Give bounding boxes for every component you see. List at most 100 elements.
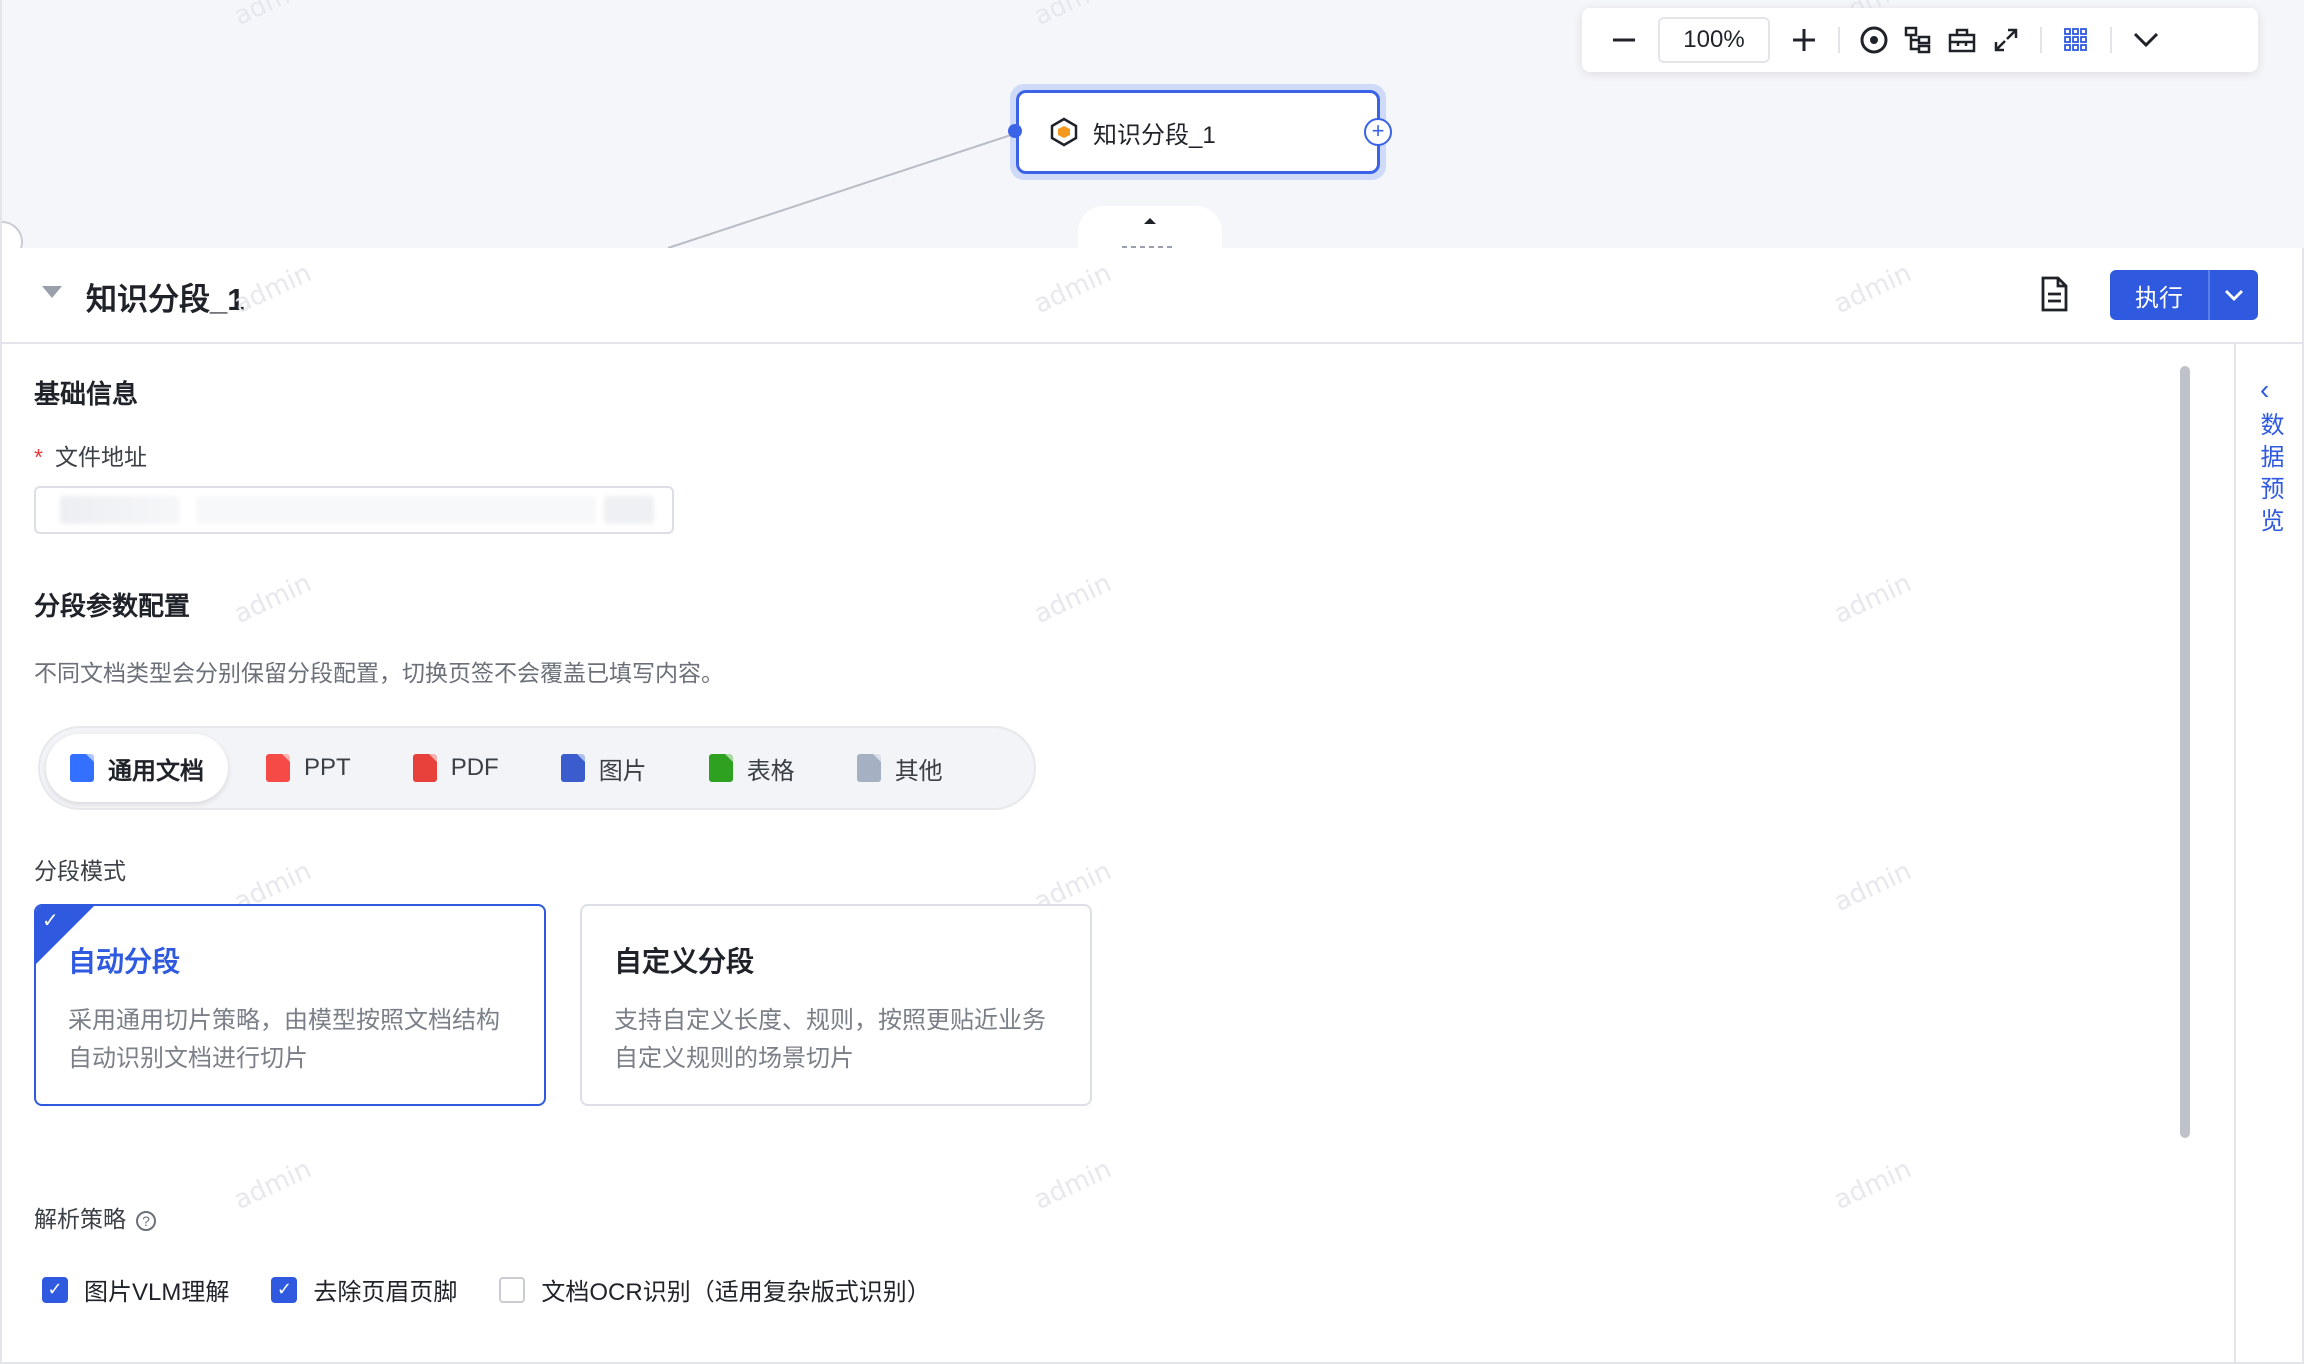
segment-mode-label: 分段模式 [34,858,126,884]
tab-image[interactable]: 图片 [537,734,671,802]
file-address-label-text: 文件地址 [54,444,147,470]
tab-other[interactable]: 其他 [833,734,967,802]
chevron-down-icon [2225,290,2243,301]
spreadsheet-file-icon [708,754,733,782]
doc-type-tabs: 通用文档 PPT PDF 图片 表格 其他 [38,726,1036,810]
mode-title: 自动分段 [68,946,181,977]
panel-title[interactable]: 知识分段_1 [86,274,244,319]
chevron-left-icon[interactable]: ‹ [2260,374,2269,406]
option-label: 图片VLM理解 [84,1279,230,1306]
auto-layout-button[interactable] [1896,18,1940,62]
section-title-segment-params: 分段参数配置 [34,591,191,621]
chevron-down-icon [2133,32,2159,48]
watermark: admin [229,568,316,630]
workflow-node[interactable]: 知识分段_1 + [1008,84,1392,180]
check-icon: ✓ [42,910,59,932]
segment-description: 不同文档类型会分别保留分段配置，切换页签不会覆盖已填写内容。 [34,660,724,686]
watermark: admin [1829,856,1916,918]
watermark: admin [1029,258,1116,320]
toolbar-divider [2040,27,2042,53]
checkbox-checked[interactable]: ✓ [271,1276,298,1303]
tab-label: 其他 [894,757,943,785]
zoom-in-button[interactable] [1782,18,1826,62]
tab-label: 图片 [598,757,647,785]
required-mark: * [34,444,43,470]
option-ocr[interactable]: 文档OCR识别（适用复杂版式识别） [499,1272,931,1307]
redacted-value [604,496,654,524]
toolbar-collapse-button[interactable] [2124,18,2168,62]
redacted-value [60,496,180,524]
option-vlm[interactable]: ✓ 图片VLM理解 [42,1272,229,1307]
section-title-basic-info: 基础信息 [34,379,139,409]
tab-pdf[interactable]: PDF [389,734,523,802]
option-remove-header-footer[interactable]: ✓ 去除页眉页脚 [271,1272,457,1307]
watermark: admin [1029,568,1116,630]
toolbar-divider [1838,27,1840,53]
target-icon [1860,26,1888,54]
connection-edge [2,133,1015,250]
toolbox-button[interactable] [1940,18,1984,62]
grid-icon [2064,28,2087,51]
zoom-out-button[interactable] [1602,18,1646,62]
mode-description: 采用通用切片策略，由模型按照文档结构自动识别文档进行切片 [68,1007,500,1072]
watermark: admin [1029,1154,1116,1216]
doc-file-icon [70,754,94,782]
plus-icon [1793,29,1815,51]
canvas-toolbar: 100% [1582,8,2258,72]
mode-card-auto[interactable]: ✓ 自动分段 采用通用切片策略，由模型按照文档结构自动识别文档进行切片 [34,904,546,1106]
watermark: admin [1829,258,1916,320]
zoom-level-display[interactable]: 100% [1658,17,1770,63]
pdf-file-icon [412,754,437,782]
tab-label: PDF [450,754,499,781]
tab-general-doc[interactable]: 通用文档 [46,734,228,802]
checkbox-checked[interactable]: ✓ [42,1276,68,1303]
tab-label: 通用文档 [108,757,204,785]
minimap-button[interactable] [2054,18,2098,62]
toolbar-divider [2110,27,2112,53]
minus-icon [1613,38,1635,42]
node-input-port[interactable] [1008,124,1022,138]
node-add-button[interactable]: + [1364,118,1392,146]
node-config-panel: 知识分段_1 admin admin admin 执行 admin admin … [0,248,2304,1364]
parse-strategy-label-text: 解析策略 [34,1206,126,1232]
tab-label: 表格 [746,757,795,785]
tree-layout-icon [1904,26,1931,54]
panel-header: 知识分段_1 admin admin admin 执行 [2,248,2302,344]
redacted-value [196,496,596,524]
tab-spreadsheet[interactable]: 表格 [685,734,819,802]
other-file-icon [856,754,881,782]
node-title: 知识分段_1 [1093,121,1216,149]
run-button-group: 执行 [2110,270,2258,320]
panel-content: admin admin admin admin admin admin admi… [2,344,2232,1364]
help-icon[interactable]: ? [136,1210,156,1231]
image-file-icon [560,754,585,782]
mode-description: 支持自定义长度、规则，按照更贴近业务自定义规则的场景切片 [614,1007,1046,1072]
data-preview-sidebar[interactable]: ‹ 数据预览 [2234,344,2304,1364]
document-icon[interactable] [2038,276,2070,312]
option-label: 去除页眉页脚 [313,1279,458,1306]
expand-icon [1994,28,2018,52]
scrollbar[interactable] [2180,366,2192,1138]
fullscreen-button[interactable] [1984,18,2028,62]
scrollbar-thumb[interactable] [2180,366,2190,1138]
workflow-canvas[interactable]: admin admin admin 100% [0,0,2304,256]
mode-title: 自定义分段 [614,946,755,977]
tab-ppt[interactable]: PPT [242,734,375,802]
watermark: admin [229,1154,316,1216]
file-address-input[interactable] [34,486,674,534]
locate-button[interactable] [1852,18,1896,62]
run-dropdown-button[interactable] [2210,270,2258,320]
checkbox-unchecked[interactable] [499,1276,526,1303]
toolbox-icon [1948,28,1976,53]
watermark: admin [1829,1154,1916,1216]
parse-strategy-label: 解析策略? [34,1200,156,1234]
parse-options: ✓ 图片VLM理解 ✓ 去除页眉页脚 文档OCR识别（适用复杂版式识别） [42,1272,973,1307]
knowledge-segment-icon [1050,117,1078,147]
caret-down-icon[interactable] [42,286,62,298]
mode-card-custom[interactable]: 自定义分段 支持自定义长度、规则，按照更贴近业务自定义规则的场景切片 [580,904,1092,1106]
data-preview-label[interactable]: 数据预览 [2256,412,2288,540]
ppt-file-icon [266,754,290,782]
file-address-label: * 文件地址 [34,438,147,472]
run-button[interactable]: 执行 [2110,270,2210,320]
tab-label: PPT [304,754,351,781]
